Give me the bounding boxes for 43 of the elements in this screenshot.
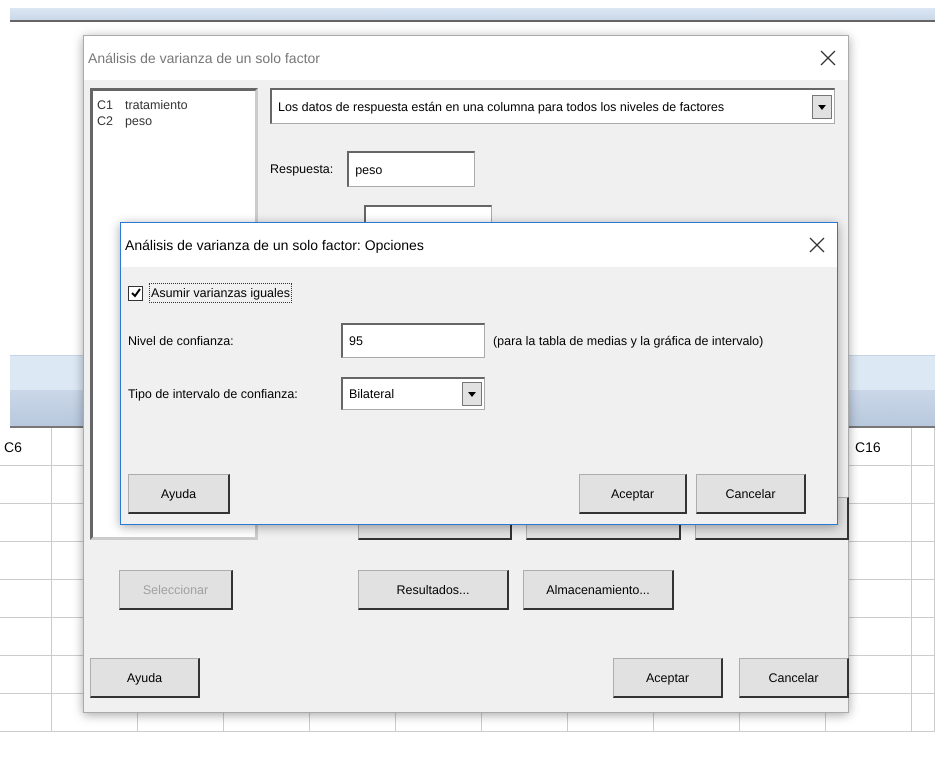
column-header: C6 — [0, 428, 52, 466]
data-format-select[interactable]: Los datos de respuesta están en una columna para todos los niveles de factores — [270, 88, 835, 124]
checkmark-icon — [130, 288, 140, 298]
grid-cell[interactable] — [912, 580, 935, 618]
grid-cell[interactable] — [0, 466, 52, 504]
grid-cell[interactable] — [912, 466, 935, 504]
variable-code: C2 — [97, 113, 113, 129]
grid-cell[interactable] — [0, 580, 52, 618]
checkbox[interactable] — [128, 286, 143, 300]
results-button[interactable]: Resultados... — [358, 570, 509, 610]
checkbox-label[interactable]: Asumir varianzas iguales — [149, 283, 292, 303]
field-label: Nivel de confianza: — [128, 334, 235, 348]
grid-cell[interactable] — [912, 694, 935, 732]
field-label: Tipo de intervalo de confianza: — [128, 386, 299, 400]
response-field[interactable]: peso — [347, 151, 476, 187]
variable-name[interactable]: peso — [124, 113, 152, 129]
field-label: Respuesta: — [270, 162, 334, 176]
storage-button[interactable]: Almacenamiento... — [523, 570, 674, 610]
variable-code: C1 — [97, 97, 113, 113]
grid-cell[interactable] — [0, 618, 52, 656]
cancel-button[interactable]: Cancelar — [696, 474, 806, 514]
grid-cell[interactable] — [912, 618, 935, 656]
help-button[interactable]: Ayuda — [90, 658, 200, 698]
variable-name[interactable]: tratamiento — [124, 97, 188, 113]
grid-cell[interactable] — [912, 428, 935, 466]
ok-button[interactable]: Aceptar — [579, 474, 687, 514]
field-note: (para la tabla de medias y la gráfica de intervalo) — [493, 334, 764, 348]
ok-button[interactable]: Aceptar — [613, 658, 723, 698]
grid-cell[interactable] — [912, 656, 935, 694]
close-icon[interactable] — [820, 50, 836, 66]
grid-cell[interactable] — [912, 542, 935, 580]
close-icon[interactable] — [809, 237, 825, 253]
grid-cell[interactable] — [912, 504, 935, 542]
cancel-button[interactable]: Cancelar — [739, 658, 849, 698]
interval-type-select[interactable]: Bilateral — [341, 377, 485, 410]
confidence-level-field[interactable]: 95 — [341, 323, 485, 358]
grid-cell[interactable] — [0, 542, 52, 580]
grid-cell[interactable] — [0, 504, 52, 542]
grid-cell[interactable] — [0, 694, 52, 732]
window-title: Análisis de varianza de un solo factor: Opciones — [125, 237, 424, 253]
help-button[interactable]: Ayuda — [128, 474, 230, 514]
window-title: Análisis de varianza de un solo factor — [88, 50, 320, 66]
grid-cell[interactable] — [0, 656, 52, 694]
